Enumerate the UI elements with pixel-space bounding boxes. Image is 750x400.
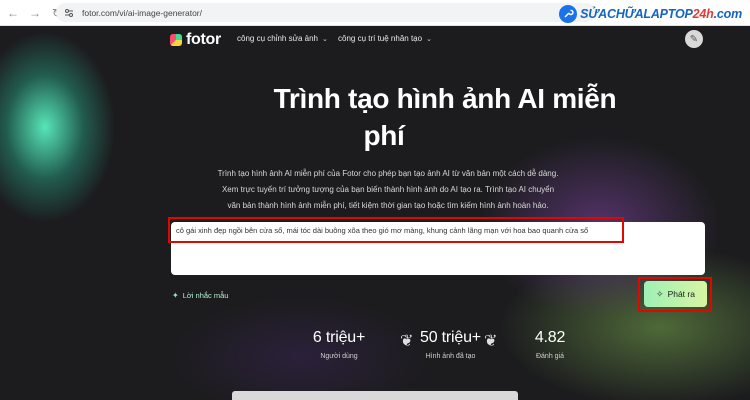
highlight-box-generate [638, 277, 712, 312]
menu-label: công cụ chỉnh sửa ảnh [237, 34, 318, 43]
bottom-panel [232, 391, 518, 400]
site-info-icon[interactable] [64, 8, 74, 18]
pen-icon[interactable]: ✎ [685, 30, 703, 48]
stat-value: 4.82 [534, 329, 566, 346]
logo-text: fotor [186, 31, 221, 48]
page-content: fotor công cụ chỉnh sửa ảnh ⌄ công cụ tr… [0, 27, 750, 400]
menu-photo-editing-tools[interactable]: công cụ chỉnh sửa ảnh ⌄ [237, 34, 328, 43]
watermark-text: SỬACHỮALAPTOP24h.com [580, 7, 742, 21]
highlight-box-prompt [168, 217, 624, 243]
fotor-logo-icon [170, 34, 182, 46]
forward-icon[interactable]: → [26, 4, 44, 22]
description-line: văn bản thành hình ảnh miễn phí, tiết ki… [227, 201, 549, 210]
watermark-logo: SỬACHỮALAPTOP24h.com [559, 4, 742, 24]
stat-label: Đánh giá [535, 353, 565, 360]
menu-label: công cụ trí tuệ nhân tạo [338, 34, 423, 43]
stat-label: Người dùng [320, 353, 358, 360]
description-line: Trình tạo hình ảnh AI miễn phí của Fotor… [217, 169, 559, 178]
stat-users: 6 triệu+ Người dùng [300, 329, 378, 360]
description-line: Xem trực tuyến trí tưởng tượng của bạn b… [221, 185, 555, 194]
fotor-logo[interactable]: fotor [170, 31, 221, 49]
sample-prompts-label: Lời nhắc mẫu [182, 291, 229, 300]
page-title: Trình tạo hình ảnh AI miễn [273, 83, 617, 114]
stat-rating: 4.82 Đánh giá [520, 329, 580, 360]
sparkle-icon: ✦ [172, 291, 179, 300]
chevron-down-icon: ⌄ [321, 35, 328, 43]
stat-label: Hình ảnh đã tạo [425, 353, 476, 360]
browser-toolbar: ← → ↻ fotor.com/vi/ai-image-generator/ S… [0, 0, 750, 26]
stat-value: 6 triệu+ [312, 329, 366, 346]
laurel-right-icon: ❦ [484, 333, 498, 350]
sample-prompts-link[interactable]: ✦ Lời nhắc mẫu [172, 291, 228, 300]
menu-ai-tools[interactable]: công cụ trí tuệ nhân tạo ⌄ [338, 34, 432, 43]
url-text: fotor.com/vi/ai-image-generator/ [82, 7, 202, 18]
site-header: fotor công cụ chỉnh sửa ảnh ⌄ công cụ tr… [0, 27, 750, 53]
back-icon[interactable]: ← [4, 4, 22, 22]
wrench-icon [559, 5, 578, 23]
address-bar[interactable]: fotor.com/vi/ai-image-generator/ [56, 3, 596, 22]
page-title-line2: phí [363, 120, 405, 151]
chevron-down-icon: ⌄ [426, 35, 432, 43]
